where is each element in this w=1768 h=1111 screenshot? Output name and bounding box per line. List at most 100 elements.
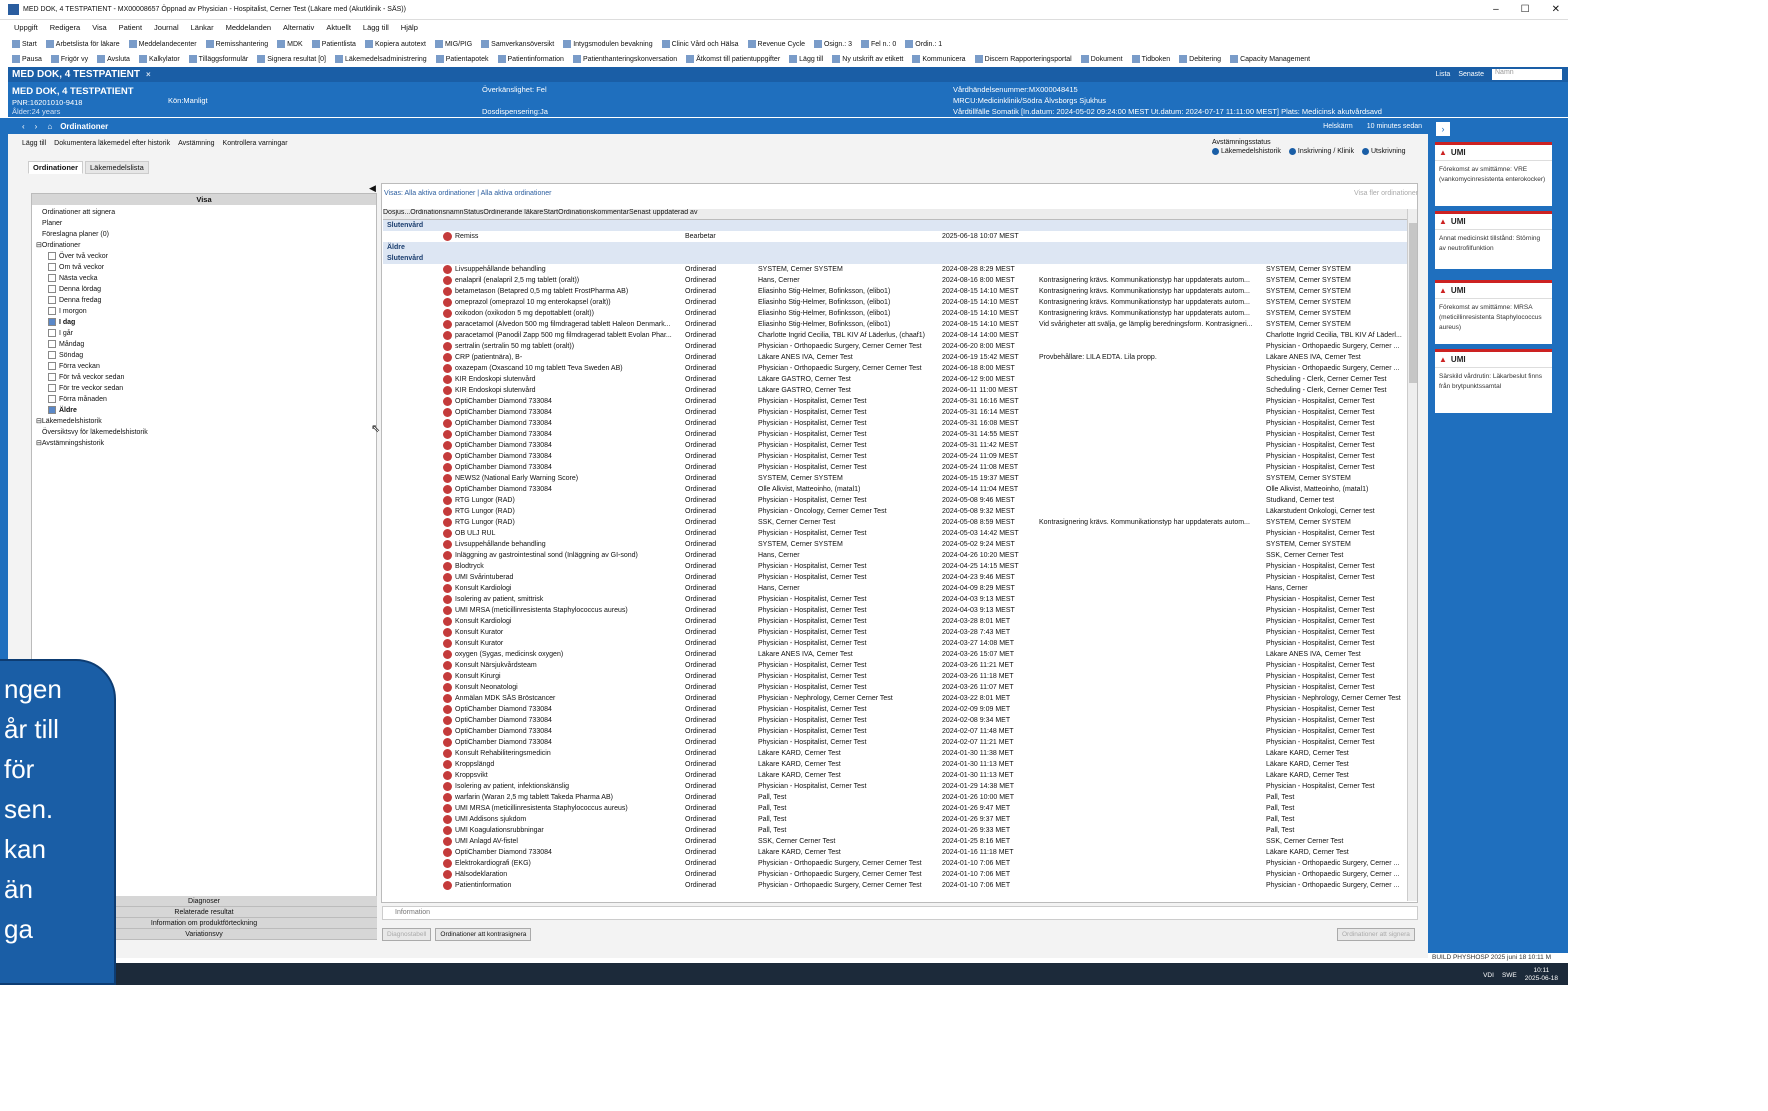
checkbox[interactable] [48,351,56,360]
checkbox[interactable] [48,340,56,349]
toolbar-button[interactable]: Pausa [12,54,42,63]
toolbar-button[interactable]: Läkemedelsadministrering [334,54,427,63]
table-row[interactable]: OptiChamber Diamond 733084 Ordinerad Physi… [383,715,1407,726]
clock[interactable]: 10:11 2025-06-18 [1525,967,1558,983]
back-icon[interactable]: ‹ [22,122,25,131]
column-header[interactable]: Dosjus... [383,209,410,216]
toolbar-button[interactable]: Start [12,39,37,48]
action-button[interactable]: Dokumentera läkemedel efter historik [54,140,170,147]
table-row[interactable]: Hälsodeklaration Ordinerad Physician - Ort… [383,869,1407,880]
table-row[interactable]: paracetamol (Alvedon 500 mg filmdragerad… [383,319,1407,330]
table-row[interactable]: RTG Lungor (RAD) Ordinerad Physician - Onc… [383,506,1407,517]
home-icon[interactable]: ⌂ [47,122,52,131]
action-button[interactable]: Avstämning [178,140,214,147]
filter-text[interactable]: Visas: Alla aktiva ordinationer | Alla a… [384,190,551,197]
checkbox[interactable] [48,318,56,327]
refresh-status[interactable]: 10 minutes sedan [1367,123,1422,130]
toolbar-button[interactable]: Patienthanteringskonversation [572,54,677,63]
group-row[interactable]: Äldre [383,242,1407,253]
toolbar-button[interactable]: Meddelandecenter [128,39,197,48]
tree-item[interactable]: Föreslagna planer (0) [36,229,376,240]
tree-item[interactable]: Måndag [36,339,376,350]
table-row[interactable]: NEWS2 (National Early Warning Score) Ordi… [383,473,1407,484]
table-row[interactable]: UMI MRSA (meticillinresistenta Staphyloc… [383,605,1407,616]
toolbar-button[interactable]: Tilläggsformulär [188,54,248,63]
table-row[interactable]: Anmälan MDK SÄS Bröstcancer Ordinerad Phys… [383,693,1407,704]
table-row[interactable]: OptiChamber Diamond 733084 Ordinerad Physi… [383,462,1407,473]
table-row[interactable]: Livsuppehållande behandling Ordinerad SYST… [383,264,1407,275]
table-row[interactable]: enalapril (enalapril 2,5 mg tablett (ora… [383,275,1407,286]
close-button[interactable]: ✕ [1552,4,1560,15]
bottom-button[interactable]: Diagnostabell [382,928,432,941]
tree-item[interactable]: Förra månaden [36,394,376,405]
toolbar-button[interactable]: Patientapotek [435,54,489,63]
column-header[interactable]: Senast uppdaterad av [629,209,698,216]
table-row[interactable]: CRP (patientnära), B- Ordinerad Läkare ANE… [383,352,1407,363]
table-row[interactable]: OptiChamber Diamond 733084 Ordinerad Olle … [383,484,1407,495]
table-row[interactable]: OptiChamber Diamond 733084 Ordinerad Läkar… [383,847,1407,858]
action-button[interactable]: Lägg till [22,140,46,147]
toolbar-button[interactable]: Frigör vy [50,54,88,63]
table-row[interactable]: Konsult Rehabiliteringsmedicin Ordinerad L… [383,748,1407,759]
checkbox[interactable] [48,252,56,261]
table-row[interactable]: warfarin (Waran 2,5 mg tablett Takeda Ph… [383,792,1407,803]
table-row[interactable]: OB ULJ RUL Ordinerad Physician - Hospitali… [383,528,1407,539]
tree-item[interactable]: ⊟Ordinationer [36,240,376,251]
toolbar-button[interactable]: Capacity Management [1230,54,1310,63]
toolbar-button[interactable]: MIG/PIG [434,39,472,48]
table-row[interactable]: oxazepam (Oxascand 10 mg tablett Teva Sw… [383,363,1407,374]
table-row[interactable]: Isolering av patient, infektionskänslig O… [383,781,1407,792]
menu-item[interactable]: Uppgift [14,23,38,32]
table-row[interactable]: OptiChamber Diamond 733084 Ordinerad Physi… [383,396,1407,407]
table-row[interactable]: omeprazol (omeprazol 10 mg enterokapsel … [383,297,1407,308]
action-button[interactable]: Kontrollera varningar [223,140,288,147]
toolbar-button[interactable]: Revenue Cycle [747,39,805,48]
toolbar-button[interactable]: Patientlista [311,39,356,48]
table-row[interactable]: Konsult Kardiologi Ordinerad Hans, Cerner 2… [383,583,1407,594]
tree-item[interactable]: I morgon [36,306,376,317]
alert-card[interactable]: ▲ UMI Annat medicinskt tillstånd: Störning… [1435,211,1552,269]
fullscreen-button[interactable]: Helskärm [1323,123,1353,130]
table-row[interactable]: paracetamol (Panodil Zapp 500 mg filmdra… [383,330,1407,341]
checkbox[interactable] [48,373,56,382]
table-row[interactable]: KIR Endoskopi slutenvård Ordinerad Läkare … [383,374,1407,385]
language-indicator[interactable]: SWE [1502,972,1517,979]
column-header[interactable]: Ordinationskommentar [558,209,629,216]
tree-item[interactable]: Nästa vecka [36,273,376,284]
toolbar-button[interactable]: Avsluta [97,54,130,63]
group-row[interactable]: Slutenvård [383,253,1407,264]
table-row[interactable]: OptiChamber Diamond 733084 Ordinerad Physi… [383,418,1407,429]
tree-item[interactable]: Över två veckor [36,251,376,262]
minimize-button[interactable]: – [1493,4,1499,15]
reconcile-item[interactable]: Inskrivning / Klinik [1288,147,1354,156]
patient-tab-close-icon[interactable]: × [146,70,151,79]
checkbox[interactable] [48,296,56,305]
table-row[interactable]: Isolering av patient, smittrisk Ordinerad… [383,594,1407,605]
menu-item[interactable]: Patient [119,23,142,32]
table-row[interactable]: Konsult Kurator Ordinerad Physician - Hosp… [383,627,1407,638]
reconcile-item[interactable]: Utskrivning [1361,147,1406,156]
table-row[interactable]: UMI MRSA (meticillinresistenta Staphyloc… [383,803,1407,814]
toolbar-button[interactable]: Dokument [1080,54,1123,63]
table-row[interactable]: UMI Koagulationsrubbningar Ordinerad Pall,… [383,825,1407,836]
table-row[interactable]: betametason (Betapred 0,5 mg tablett Fro… [383,286,1407,297]
expand-icon[interactable]: › [1436,122,1450,136]
checkbox[interactable] [48,395,56,404]
list-button[interactable]: Lista [1436,71,1451,78]
tree-item[interactable]: Söndag [36,350,376,361]
checkbox[interactable] [48,263,56,272]
toolbar-button[interactable]: Signera resultat [0] [257,54,326,63]
info-bar[interactable]: Information [382,906,1418,920]
bottom-button[interactable]: Ordinationer att kontrasignera [435,928,532,941]
toolbar-button[interactable]: Tidboken [1131,54,1170,63]
table-row[interactable]: OptiChamber Diamond 733084 Ordinerad Physi… [383,440,1407,451]
toolbar-button[interactable]: Osign.: 3 [813,39,852,48]
table-row[interactable]: OptiChamber Diamond 733084 Ordinerad Physi… [383,737,1407,748]
forward-icon[interactable]: › [35,122,38,131]
table-row[interactable]: OptiChamber Diamond 733084 Ordinerad Physi… [383,429,1407,440]
toolbar-button[interactable]: Discern Rapporteringsportal [974,54,1072,63]
table-row[interactable]: Kroppslängd Ordinerad Läkare KARD, Cerner … [383,759,1407,770]
menu-item[interactable]: Redigera [50,23,80,32]
table-row[interactable]: KIR Endoskopi slutenvård Ordinerad Läkare … [383,385,1407,396]
tree-item[interactable]: Översiktsvy för läkemedelshistorik [36,427,376,438]
